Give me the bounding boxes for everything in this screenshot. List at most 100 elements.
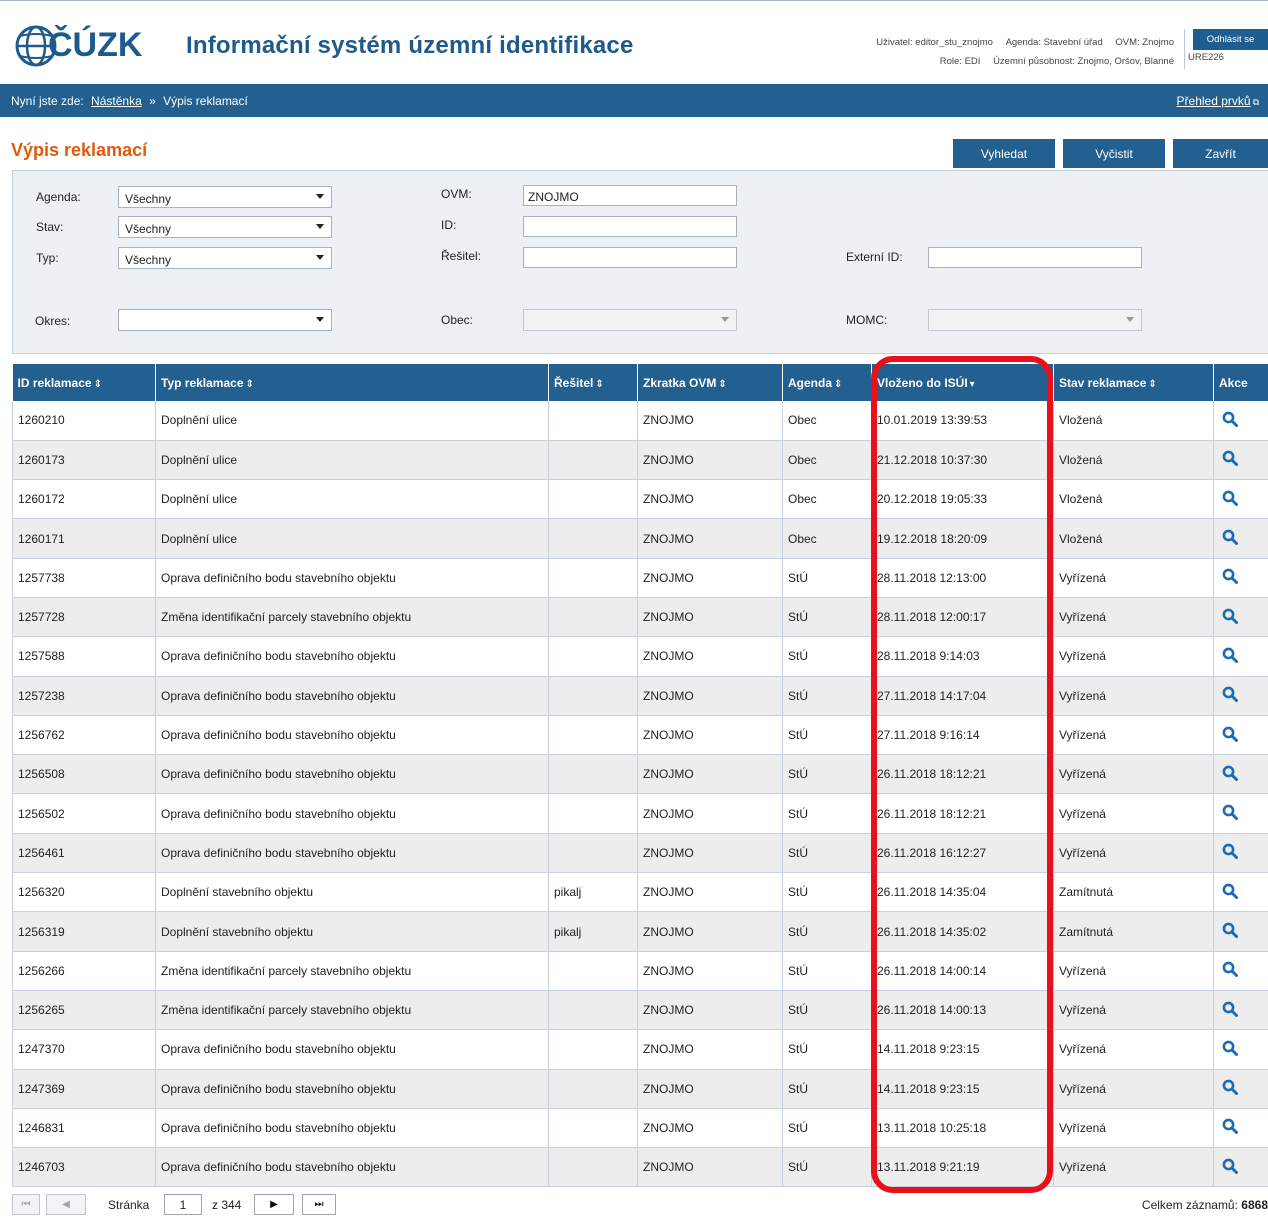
breadcrumb-home-link[interactable]: Nástěnka xyxy=(91,94,142,108)
table-cell-resitel xyxy=(548,636,638,677)
column-header-resitel[interactable]: Řešitel ⇕ xyxy=(548,364,638,401)
cuzk-logo[interactable]: ČÚZK xyxy=(14,18,164,74)
logout-button[interactable]: Odhlásit se xyxy=(1193,29,1268,50)
id-input[interactable] xyxy=(523,216,737,237)
search-icon[interactable] xyxy=(1222,568,1238,587)
page-number-input[interactable]: 1 xyxy=(164,1194,202,1215)
momc-select[interactable] xyxy=(928,309,1142,331)
stav-label: Stav: xyxy=(36,220,64,234)
table-cell-status: Vložená xyxy=(1053,440,1214,481)
okres-select[interactable] xyxy=(118,309,332,331)
search-icon[interactable] xyxy=(1222,1118,1238,1137)
table-cell-status: Zamítnutá xyxy=(1053,911,1214,952)
table-row[interactable]: 1257738 Oprava definičního bodu stavebníh… xyxy=(12,558,1268,598)
column-header-ovm[interactable]: Zkratka OVM ⇕ xyxy=(637,364,783,401)
table-cell-resitel xyxy=(548,951,638,991)
search-icon[interactable] xyxy=(1222,647,1238,666)
table-cell-ovm: ZNOJMO xyxy=(637,1029,783,1070)
search-icon[interactable] xyxy=(1222,726,1238,745)
table-row[interactable]: 1257238 Oprava definičního bodu stavebníh… xyxy=(12,676,1268,716)
table-row[interactable]: 1256320 Doplnění stavebního objektu pikalj… xyxy=(12,872,1268,913)
prev-page-button[interactable]: ◀ xyxy=(46,1194,86,1215)
table-row[interactable]: 1260172 Doplnění ulice ZNOJMO Obec 20.12.201… xyxy=(12,479,1268,520)
table-row[interactable]: 1246703 Oprava definičního bodu stavebníh… xyxy=(12,1147,1268,1188)
claims-table: ID reklamace ⇕ Typ reklamace ⇕ Řešitel ⇕ Zkrat… xyxy=(12,364,1268,1188)
table-cell-status: Zamítnutá xyxy=(1053,872,1214,913)
table-cell-ovm: ZNOJMO xyxy=(637,636,783,677)
column-header-status[interactable]: Stav reklamace ⇕ xyxy=(1053,364,1214,401)
agenda-select[interactable]: Všechny xyxy=(118,186,332,208)
table-row[interactable]: 1256319 Doplnění stavebního objektu pikalj… xyxy=(12,911,1268,952)
search-icon[interactable] xyxy=(1222,843,1238,862)
id-label: ID: xyxy=(441,218,457,232)
table-row[interactable]: 1256265 Změna identifikační parcely stave… xyxy=(12,990,1268,1031)
table-row[interactable]: 1257728 Změna identifikační parcely stave… xyxy=(12,597,1268,638)
search-icon[interactable] xyxy=(1222,765,1238,784)
table-cell-actions xyxy=(1213,1029,1268,1070)
next-page-button[interactable]: ▶ xyxy=(254,1194,294,1215)
table-row[interactable]: 1257588 Oprava definičního bodu stavebníh… xyxy=(12,636,1268,677)
search-icon[interactable] xyxy=(1222,686,1238,705)
last-page-button[interactable]: ⏭ xyxy=(302,1194,336,1215)
table-row[interactable]: 1260171 Doplnění ulice ZNOJMO Obec 19.12.201… xyxy=(12,518,1268,559)
search-icon[interactable] xyxy=(1222,529,1238,548)
table-cell-type: Oprava definičního bodu stavebního objek… xyxy=(155,833,549,874)
table-cell-status: Vložená xyxy=(1053,401,1214,441)
overview-link[interactable]: Přehled prvků ⧉ xyxy=(1177,94,1259,108)
table-row[interactable]: 1260210 Doplnění ulice ZNOJMO Obec 10.01.201… xyxy=(12,401,1268,441)
column-header-inserted[interactable]: Vloženo do ISÚI ▾ xyxy=(871,364,1054,401)
search-icon[interactable] xyxy=(1222,608,1238,627)
column-header-id[interactable]: ID reklamace ⇕ xyxy=(12,364,156,401)
search-icon[interactable] xyxy=(1222,922,1238,941)
table-cell-actions xyxy=(1213,990,1268,1031)
externi-id-label: Externí ID: xyxy=(846,250,903,264)
search-icon[interactable] xyxy=(1222,450,1238,469)
search-icon[interactable] xyxy=(1222,1158,1238,1177)
table-cell-actions xyxy=(1213,597,1268,638)
search-icon[interactable] xyxy=(1222,1040,1238,1059)
search-icon[interactable] xyxy=(1222,490,1238,509)
first-page-button[interactable]: ⏮ xyxy=(12,1194,40,1215)
resitel-input[interactable] xyxy=(523,247,737,268)
search-button[interactable]: Vyhledat xyxy=(953,139,1055,168)
table-row[interactable]: 1256266 Změna identifikační parcely stave… xyxy=(12,951,1268,991)
table-header-row: ID reklamace ⇕ Typ reklamace ⇕ Řešitel ⇕ Zkrat… xyxy=(12,364,1268,401)
table-cell-actions xyxy=(1213,636,1268,677)
table-cell-type: Oprava definičního bodu stavebního objek… xyxy=(155,793,549,834)
search-icon[interactable] xyxy=(1222,411,1238,430)
table-cell-type: Oprava definičního bodu stavebního objek… xyxy=(155,676,549,716)
page-label: Stránka xyxy=(108,1198,150,1212)
typ-select[interactable]: Všechny xyxy=(118,247,332,269)
table-cell-type: Změna identifikační parcely stavebního o… xyxy=(155,597,549,638)
obec-select[interactable] xyxy=(523,309,737,331)
clear-button[interactable]: Vyčistit xyxy=(1063,139,1165,168)
close-button[interactable]: Zavřít xyxy=(1173,139,1268,168)
table-cell-id: 1260210 xyxy=(12,401,156,441)
ovm-input[interactable]: ZNOJMO xyxy=(523,185,737,206)
table-row[interactable]: 1246831 Oprava definičního bodu stavebníh… xyxy=(12,1108,1268,1149)
column-header-actions[interactable]: Akce xyxy=(1213,364,1268,401)
search-icon[interactable] xyxy=(1222,1079,1238,1098)
sort-icon: ⇕ xyxy=(1148,378,1157,390)
table-cell-ovm: ZNOJMO xyxy=(637,754,783,795)
search-icon[interactable] xyxy=(1222,883,1238,902)
table-cell-ovm: ZNOJMO xyxy=(637,1108,783,1149)
search-icon[interactable] xyxy=(1222,961,1238,980)
search-icon[interactable] xyxy=(1222,804,1238,823)
column-header-type[interactable]: Typ reklamace ⇕ xyxy=(155,364,549,401)
table-cell-ovm: ZNOJMO xyxy=(637,597,783,638)
table-row[interactable]: 1256762 Oprava definičního bodu stavebníh… xyxy=(12,715,1268,756)
column-header-agenda[interactable]: Agenda ⇕ xyxy=(782,364,872,401)
search-icon[interactable] xyxy=(1222,1001,1238,1020)
table-cell-resitel xyxy=(548,715,638,756)
table-row[interactable]: 1256502 Oprava definičního bodu stavebníh… xyxy=(12,793,1268,834)
table-row[interactable]: 1247369 Oprava definičního bodu stavebníh… xyxy=(12,1069,1268,1109)
table-row[interactable]: 1256461 Oprava definičního bodu stavebníh… xyxy=(12,833,1268,874)
table-row[interactable]: 1256508 Oprava definičního bodu stavebníh… xyxy=(12,754,1268,795)
momc-label: MOMC: xyxy=(846,313,888,327)
table-cell-resitel xyxy=(548,754,638,795)
externi-id-input[interactable] xyxy=(928,247,1142,268)
table-row[interactable]: 1247370 Oprava definičního bodu stavebníh… xyxy=(12,1029,1268,1070)
stav-select[interactable]: Všechny xyxy=(118,216,332,238)
table-row[interactable]: 1260173 Doplnění ulice ZNOJMO Obec 21.12.201… xyxy=(12,440,1268,481)
